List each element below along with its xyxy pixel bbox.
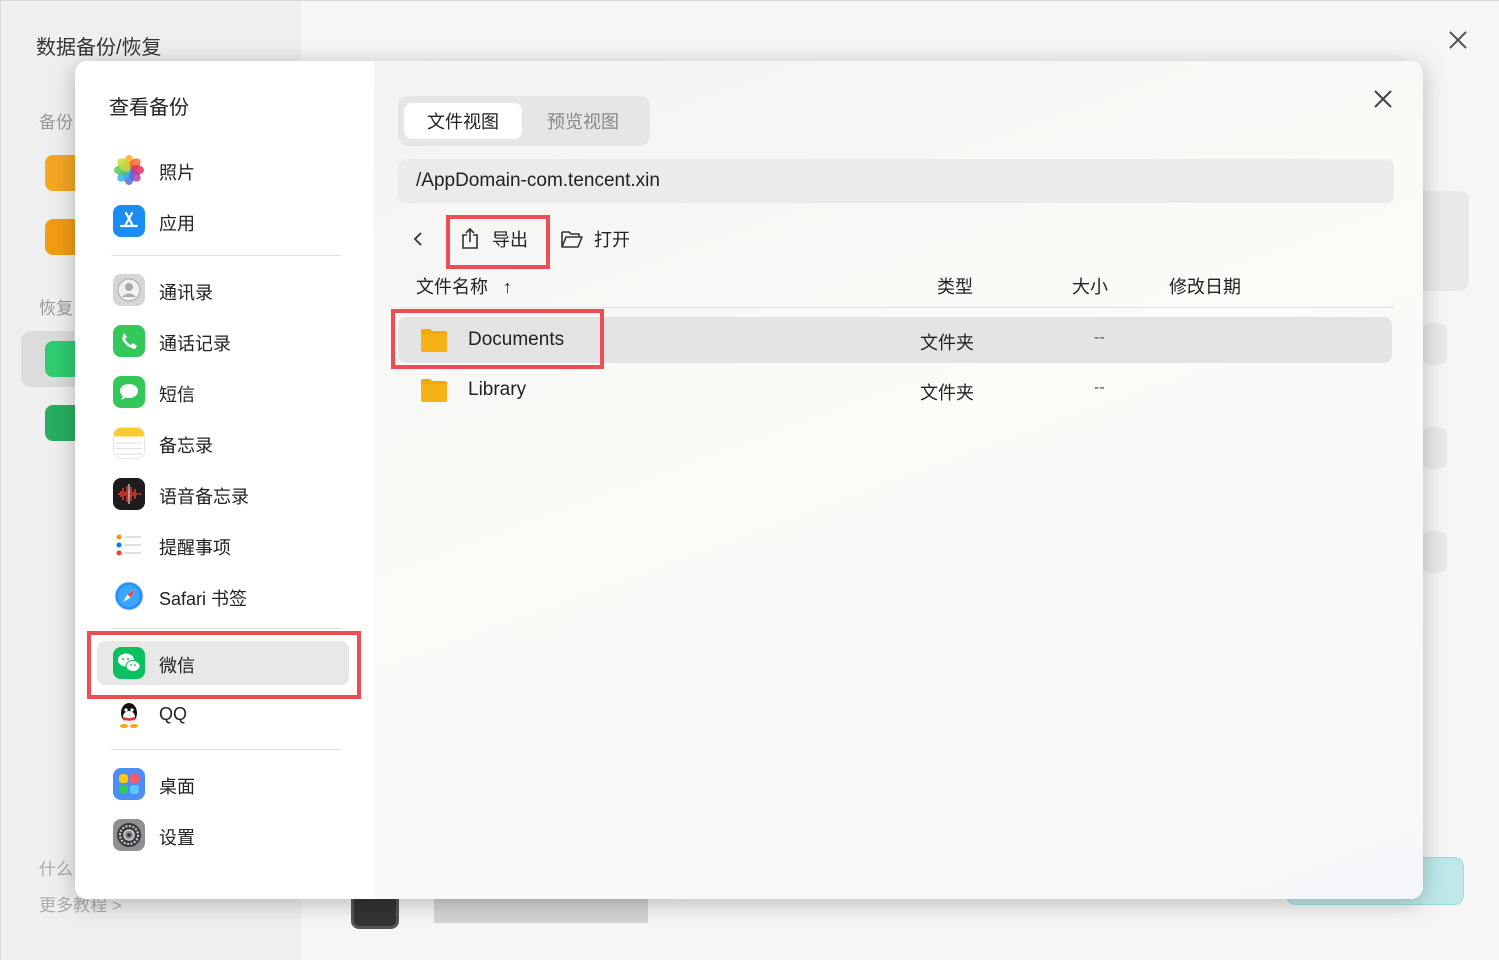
file-size: --: [1094, 329, 1105, 346]
sidebar-item-call-log[interactable]: 通话记录: [97, 319, 349, 363]
tab-file-view[interactable]: 文件视图: [404, 103, 522, 139]
sidebar-item-home-screen[interactable]: 桌面: [97, 762, 349, 806]
open-button[interactable]: 打开: [560, 221, 630, 257]
voice-memos-icon: [113, 478, 145, 510]
current-path: /AppDomain-com.tencent.xin: [416, 170, 660, 191]
column-header-name[interactable]: 文件名称 ↑: [416, 273, 512, 299]
background-card: [1421, 427, 1447, 469]
messages-icon: [113, 376, 145, 408]
notes-icon: [113, 427, 145, 459]
sidebar-item-label: 应用: [159, 214, 195, 234]
sidebar-item-label: 短信: [159, 385, 195, 405]
view-backup-dialog: 查看备份 照片 应用 通讯录 通话记录 短信 备忘录 语音备忘录 提醒事项 Sa…: [75, 61, 1423, 899]
device-name-blurred: [434, 899, 648, 923]
export-highlight-box: [446, 215, 550, 269]
settings-icon: [113, 819, 145, 851]
sidebar-item-label: 备忘录: [159, 436, 213, 456]
sidebar-item-label: QQ: [159, 704, 188, 724]
restore-section-label: 恢复: [39, 299, 73, 318]
contacts-icon: [113, 274, 145, 306]
dialog-sidebar-title: 查看备份: [109, 97, 189, 119]
phone-icon: [113, 325, 145, 357]
sidebar-item-label: 照片: [159, 163, 195, 183]
sidebar-item-label: 设置: [159, 828, 195, 848]
back-button[interactable]: [407, 225, 429, 253]
sidebar-item-contacts[interactable]: 通讯录: [97, 268, 349, 312]
dialog-sidebar: 查看备份 照片 应用 通讯录 通话记录 短信 备忘录 语音备忘录 提醒事项 Sa…: [75, 61, 374, 899]
sort-ascending-icon: ↑: [503, 277, 513, 297]
help-question-text: 什么: [39, 860, 73, 879]
path-bar: /AppDomain-com.tencent.xin: [398, 159, 1394, 203]
documents-highlight-box: [391, 309, 604, 369]
window-close-icon[interactable]: [1445, 27, 1471, 53]
dialog-close-icon[interactable]: [1370, 86, 1396, 112]
view-mode-tabs: 文件视图 预览视图: [398, 96, 650, 146]
file-row-library[interactable]: Library 文件夹 --: [398, 367, 1392, 413]
sidebar-item-notes[interactable]: 备忘录: [97, 421, 349, 465]
open-label: 打开: [594, 230, 630, 250]
sidebar-item-voice-memos[interactable]: 语音备忘录: [97, 472, 349, 516]
background-card: [1421, 531, 1447, 573]
sidebar-item-reminders[interactable]: 提醒事项: [97, 523, 349, 567]
sidebar-item-label: 提醒事项: [159, 538, 231, 558]
sidebar-item-photos[interactable]: 照片: [97, 148, 349, 192]
column-header-type[interactable]: 类型: [937, 273, 973, 299]
folder-icon: [421, 379, 447, 402]
chevron-left-icon: [413, 232, 422, 246]
sidebar-item-label: 通讯录: [159, 283, 213, 303]
backup-section-label: 备份: [39, 113, 73, 132]
background-card: [1421, 323, 1447, 365]
file-type: 文件夹: [920, 333, 974, 353]
file-type: 文件夹: [920, 383, 974, 403]
sidebar-item-label: Safari 书签: [159, 589, 248, 609]
sidebar-item-messages[interactable]: 短信: [97, 370, 349, 414]
qq-icon: [113, 699, 145, 731]
sidebar-item-label: 通话记录: [159, 334, 231, 354]
app-store-icon: [113, 205, 145, 237]
sidebar-divider: [111, 628, 341, 629]
tab-preview-view[interactable]: 预览视图: [524, 103, 642, 139]
window-title: 数据备份/恢复: [36, 37, 162, 59]
sidebar-item-label: 桌面: [159, 777, 195, 797]
sidebar-item-apps[interactable]: 应用: [97, 199, 349, 243]
sidebar-item-qq[interactable]: QQ: [97, 693, 349, 737]
file-size: --: [1094, 379, 1105, 396]
wechat-highlight-box: [87, 631, 361, 699]
safari-icon: [113, 580, 145, 612]
home-screen-icon: [113, 768, 145, 800]
column-header-modified[interactable]: 修改日期: [1169, 273, 1241, 299]
file-name: Library: [468, 379, 527, 400]
sidebar-divider: [111, 749, 341, 750]
folder-open-icon: [561, 231, 583, 248]
photos-icon: [113, 154, 145, 186]
column-header-size[interactable]: 大小: [1072, 273, 1108, 299]
header-divider: [398, 307, 1394, 308]
sidebar-item-settings[interactable]: 设置: [97, 813, 349, 857]
sidebar-divider: [111, 255, 341, 256]
sidebar-item-label: 语音备忘录: [159, 487, 249, 507]
sidebar-item-safari-bookmarks[interactable]: Safari 书签: [97, 574, 349, 618]
reminders-icon: [113, 529, 145, 561]
